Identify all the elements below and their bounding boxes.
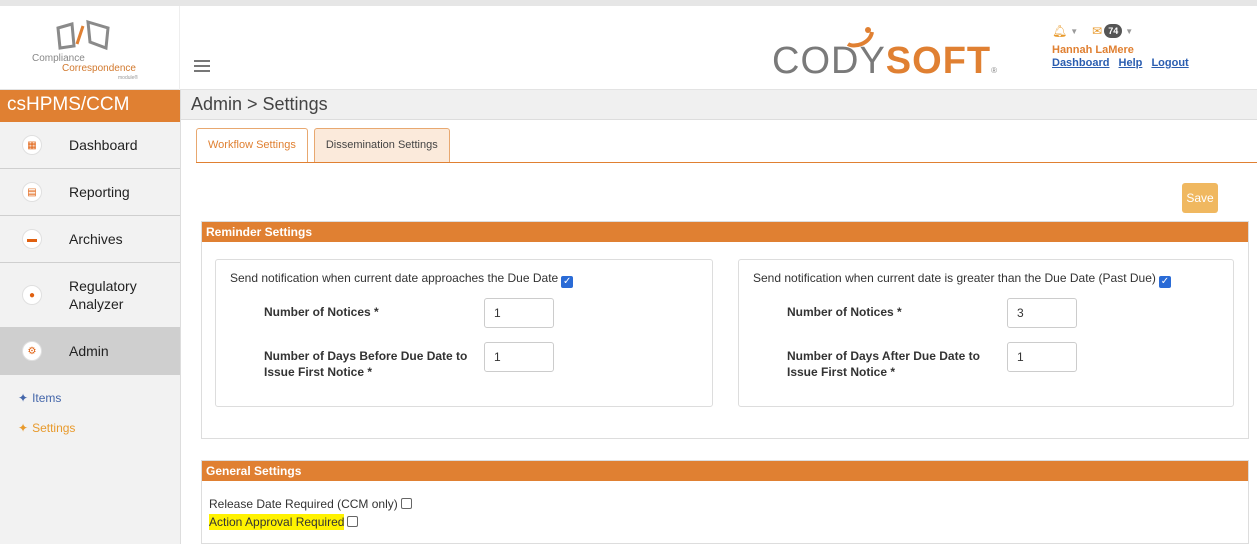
- top-header: Compliance Correspondence module® CODYSO…: [0, 0, 1257, 90]
- sidebar-item-label: Admin: [69, 343, 109, 359]
- brand-cody-text: CODY: [772, 40, 886, 82]
- brand-soft-text: SOFT: [885, 40, 992, 82]
- release-date-checkbox[interactable]: [400, 498, 412, 509]
- app-logo[interactable]: Compliance Correspondence module®: [0, 6, 180, 90]
- release-date-row: Release Date Required (CCM only): [209, 497, 412, 511]
- logo-mark-icon: [56, 19, 110, 51]
- grid-icon: ▦: [22, 135, 42, 155]
- help-link[interactable]: Help: [1119, 57, 1143, 69]
- action-approval-label: Action Approval Required: [209, 514, 345, 530]
- release-date-label: Release Date Required (CCM only): [209, 497, 398, 511]
- main-content: Admin > Settings Workflow Settings Disse…: [181, 90, 1257, 544]
- tabs-divider: [196, 162, 1257, 163]
- sidebar-subitem-settings[interactable]: ✦ Settings: [0, 413, 180, 443]
- bell-icon[interactable]: 🔔︎: [1052, 24, 1067, 38]
- sidebar-item-regulatory-analyzer[interactable]: ● Regulatory Analyzer: [0, 263, 180, 328]
- past-due-notification-checkbox[interactable]: ✓: [1158, 276, 1171, 288]
- envelope-icon[interactable]: ✉: [1092, 24, 1102, 38]
- sidebar-item-label: Dashboard: [69, 137, 138, 153]
- admin-sub-nav: ✦ Items ✦ Settings: [0, 375, 180, 443]
- user-name: Hannah LaMere: [1052, 44, 1134, 56]
- general-settings-panel: General Settings Release Date Required (…: [201, 460, 1249, 544]
- settings-tabs: Workflow Settings Dissemination Settings: [196, 128, 456, 162]
- notices-label: Number of Notices *: [264, 305, 379, 319]
- days-after-label: Number of Days After Due Date to Issue F…: [787, 349, 980, 379]
- past-due-notification-heading: Send notification when current date is g…: [753, 271, 1171, 288]
- people-icon: ●: [22, 285, 42, 305]
- action-approval-checkbox[interactable]: [347, 516, 359, 527]
- app-title: csHPMS/CCM: [0, 90, 180, 122]
- sidebar-item-label: Regulatory Analyzer: [69, 278, 137, 312]
- approach-notification-heading: Send notification when current date appr…: [230, 271, 574, 288]
- report-icon: ▤: [22, 182, 42, 202]
- pin-icon: ✦: [18, 421, 29, 435]
- sidebar-item-archives[interactable]: ▬ Archives: [0, 216, 180, 263]
- folder-icon: ▬: [22, 229, 42, 249]
- chevron-down-icon[interactable]: ▼: [1125, 27, 1133, 36]
- sidebar-item-reporting[interactable]: ▤ Reporting: [0, 169, 180, 216]
- action-approval-row: Action Approval Required: [209, 514, 359, 530]
- sidebar-item-dashboard[interactable]: ▦ Dashboard: [0, 122, 180, 169]
- panel-title: General Settings: [202, 461, 1248, 481]
- chevron-down-icon[interactable]: ▼: [1070, 27, 1078, 36]
- tab-workflow-settings[interactable]: Workflow Settings: [196, 128, 308, 162]
- days-before-label: Number of Days Before Due Date to Issue …: [264, 349, 468, 379]
- save-button[interactable]: Save: [1182, 183, 1218, 213]
- hamburger-menu-icon[interactable]: [194, 60, 210, 72]
- pin-icon: ✦: [18, 391, 29, 405]
- sidebar-item-label: Reporting: [69, 184, 130, 200]
- notices-label: Number of Notices *: [787, 305, 902, 319]
- gear-icon: ⚙: [22, 341, 42, 361]
- sidebar-item-label: Archives: [69, 231, 123, 247]
- logo-line-2: Correspondence: [62, 63, 136, 74]
- user-area: 🔔︎ ▼ ✉ 74 ▼ Hannah LaMere Dashboard Help…: [1052, 18, 1252, 90]
- user-links: Dashboard Help Logout: [1052, 57, 1195, 69]
- dashboard-link[interactable]: Dashboard: [1052, 57, 1109, 69]
- logo-line-3: module®: [118, 75, 139, 81]
- sidebar-item-admin[interactable]: ⚙ Admin: [0, 328, 180, 375]
- breadcrumb: Admin > Settings: [181, 90, 1257, 120]
- subitem-label: Settings: [32, 421, 76, 435]
- panel-title: Reminder Settings: [202, 222, 1248, 242]
- due-date-approach-box: Send notification when current date appr…: [215, 259, 713, 407]
- approach-heading-text: Send notification when current date appr…: [230, 271, 559, 285]
- approach-notices-input[interactable]: [484, 298, 554, 328]
- approach-notification-checkbox[interactable]: ✓: [561, 276, 574, 288]
- message-count-badge[interactable]: 74: [1104, 24, 1123, 38]
- logout-link[interactable]: Logout: [1151, 57, 1188, 69]
- tab-dissemination-settings[interactable]: Dissemination Settings: [313, 128, 450, 162]
- past-due-box: Send notification when current date is g…: [738, 259, 1234, 407]
- reminder-settings-panel: Reminder Settings Send notification when…: [201, 221, 1249, 439]
- sidebar-subitem-items[interactable]: ✦ Items: [0, 383, 180, 413]
- past-due-heading-text: Send notification when current date is g…: [753, 271, 1156, 285]
- sidebar: csHPMS/CCM ▦ Dashboard ▤ Reporting ▬ Arc…: [0, 90, 181, 544]
- days-after-input[interactable]: [1007, 342, 1077, 372]
- subitem-label: Items: [32, 391, 62, 405]
- past-due-notices-input[interactable]: [1007, 298, 1077, 328]
- brand-registered-mark: ®: [991, 66, 999, 75]
- days-before-input[interactable]: [484, 342, 554, 372]
